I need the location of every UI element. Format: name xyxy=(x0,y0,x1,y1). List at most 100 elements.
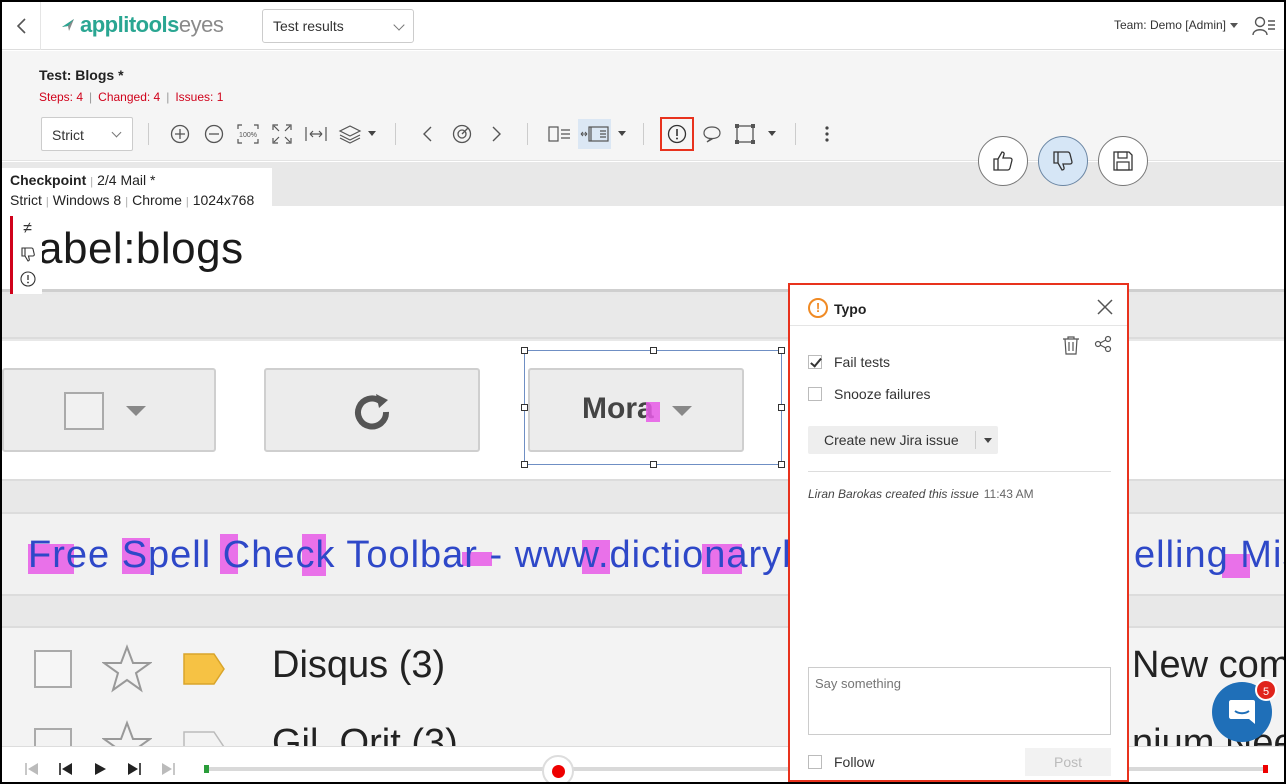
spell-check-link-text: Free Spell Check Toolbar - www.dictionar… xyxy=(28,534,827,576)
team-label: Team: Demo [Admin] xyxy=(1113,18,1226,32)
match-level-select[interactable]: Strict xyxy=(41,117,133,151)
save-button[interactable] xyxy=(1098,136,1148,186)
close-icon[interactable] xyxy=(1095,297,1115,317)
logo-text-primary: applitools xyxy=(80,12,179,37)
resize-handle[interactable] xyxy=(650,461,657,468)
caret-down-icon[interactable] xyxy=(768,131,776,136)
region-tool-icon[interactable] xyxy=(731,120,759,148)
issue-region-selection[interactable] xyxy=(521,347,785,468)
toolbar-divider xyxy=(795,123,796,145)
activity-text: Liran Barokas created this issue xyxy=(808,487,979,501)
issue-region-tool-icon[interactable] xyxy=(660,117,694,151)
steps-count[interactable]: Steps: 4 xyxy=(39,90,83,104)
more-options-icon[interactable] xyxy=(813,120,841,148)
toolbar-divider xyxy=(527,123,528,145)
follow-checkbox[interactable] xyxy=(808,755,822,769)
issue-icon[interactable] xyxy=(13,266,42,291)
thumbs-down-icon[interactable] xyxy=(13,241,42,266)
fail-tests-option[interactable]: Fail tests xyxy=(808,354,890,370)
back-icon[interactable] xyxy=(12,16,32,36)
checkbox-icon xyxy=(34,728,72,746)
create-jira-issue-button[interactable]: Create new Jira issue xyxy=(808,426,998,454)
resize-handle[interactable] xyxy=(521,404,528,411)
view-select-value: Test results xyxy=(273,18,344,34)
next-icon[interactable] xyxy=(126,761,142,777)
comment-input[interactable] xyxy=(808,667,1111,735)
toolbar-divider xyxy=(395,123,396,145)
zoom-out-icon[interactable] xyxy=(200,120,228,148)
issues-count[interactable]: Issues: 1 xyxy=(175,90,223,104)
trash-icon[interactable] xyxy=(1062,335,1080,355)
play-icon[interactable] xyxy=(92,761,108,777)
fit-width-icon[interactable] xyxy=(302,120,330,148)
caret-down-icon[interactable] xyxy=(368,131,376,136)
chat-icon xyxy=(1229,700,1255,724)
fit-screen-icon[interactable] xyxy=(268,120,296,148)
resize-handle[interactable] xyxy=(521,461,528,468)
resize-handle[interactable] xyxy=(778,461,785,468)
first-step-icon[interactable] xyxy=(24,761,40,777)
next-step-icon[interactable] xyxy=(482,120,510,148)
refresh-button xyxy=(264,368,480,452)
resize-handle[interactable] xyxy=(521,347,528,354)
label-blogs-text: abel:blogs xyxy=(38,224,244,273)
previous-step-icon[interactable] xyxy=(414,120,442,148)
logo-mark-icon xyxy=(62,19,74,31)
divider xyxy=(40,2,41,50)
previous-icon[interactable] xyxy=(58,761,74,777)
divider xyxy=(808,471,1111,472)
checkpoint-step: 2/4 Mail * xyxy=(97,172,156,188)
activity-time: 11:43 AM xyxy=(983,487,1034,501)
resize-handle[interactable] xyxy=(778,404,785,411)
caret-down-icon[interactable] xyxy=(984,438,992,443)
top-bar: applitools eyes Test results Team: Demo … xyxy=(2,2,1284,50)
checkpoint-match-level: Strict xyxy=(10,192,42,208)
zoom-in-icon[interactable] xyxy=(166,120,194,148)
baseline-icon[interactable] xyxy=(448,120,476,148)
snooze-checkbox[interactable] xyxy=(808,387,822,401)
side-by-side-icon[interactable] xyxy=(546,120,574,148)
star-icon xyxy=(102,644,152,693)
fail-tests-checkbox[interactable] xyxy=(808,355,822,369)
view-select[interactable]: Test results xyxy=(262,9,414,43)
comment-tool-icon[interactable] xyxy=(698,120,726,148)
issue-panel: ! Typo Fail tests Snooze failures Create… xyxy=(788,283,1129,782)
svg-text:100%: 100% xyxy=(239,132,257,139)
test-title: Test: Blogs * xyxy=(39,67,124,83)
share-icon[interactable] xyxy=(1094,335,1112,353)
team-menu[interactable]: Team: Demo [Admin] xyxy=(1114,18,1238,32)
resize-handle[interactable] xyxy=(778,347,785,354)
zoom-100-icon[interactable]: 100% xyxy=(234,120,262,148)
changed-count[interactable]: Changed: 4 xyxy=(98,90,160,104)
caret-down-icon[interactable] xyxy=(618,131,626,136)
timeline-playhead[interactable] xyxy=(542,755,574,782)
resize-handle[interactable] xyxy=(650,347,657,354)
issue-activity: Liran Barokas created this issue 11:43 AM xyxy=(808,487,1034,501)
snooze-label: Snooze failures xyxy=(834,386,931,402)
applitools-logo[interactable]: applitools eyes xyxy=(60,12,224,38)
last-step-icon[interactable] xyxy=(160,761,176,777)
step-marker[interactable] xyxy=(204,765,209,773)
thumbs-down-icon xyxy=(1053,151,1073,171)
layers-icon[interactable] xyxy=(336,120,364,148)
accept-button[interactable] xyxy=(978,136,1028,186)
compare-mode-icon[interactable] xyxy=(578,120,612,148)
issue-title[interactable]: Typo xyxy=(834,301,866,317)
not-equal-icon[interactable]: ≠ xyxy=(13,216,42,241)
user-settings-icon[interactable] xyxy=(1252,14,1276,38)
snooze-option[interactable]: Snooze failures xyxy=(808,386,931,402)
logo-text-secondary: eyes xyxy=(178,12,224,37)
divider xyxy=(790,325,1127,326)
reject-button[interactable] xyxy=(1038,136,1088,186)
checkpoint-os: Windows 8 xyxy=(52,192,122,208)
chevron-down-icon xyxy=(393,19,405,31)
follow-option[interactable]: Follow xyxy=(808,754,874,770)
step-marker[interactable] xyxy=(1263,765,1268,773)
test-header: Test: Blogs * Steps: 4 | Changed: 4 | Issues… xyxy=(2,51,1284,161)
post-button[interactable]: Post xyxy=(1025,748,1111,776)
spell-check-link-tail: elling Mis xyxy=(1134,534,1284,576)
follow-label: Follow xyxy=(834,754,875,770)
checkbox-icon xyxy=(64,392,104,430)
test-stats: Steps: 4 | Changed: 4 | Issues: 1 xyxy=(39,90,224,104)
chat-unread-badge: 5 xyxy=(1255,679,1277,701)
